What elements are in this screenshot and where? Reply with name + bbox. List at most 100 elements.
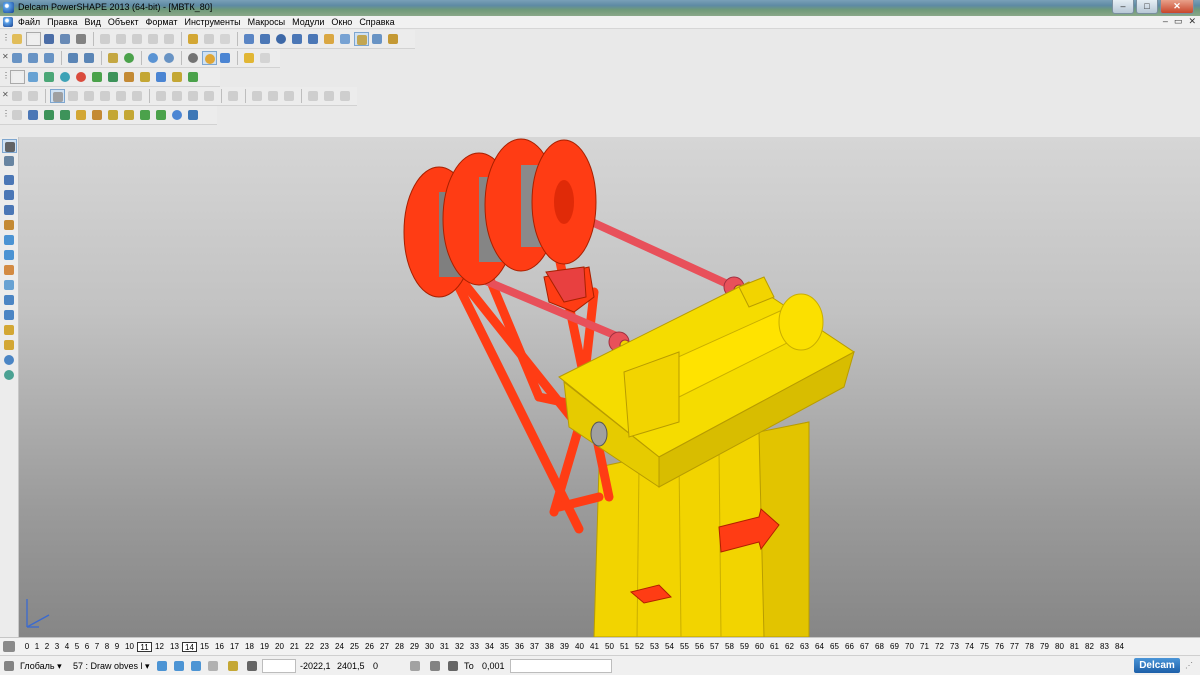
layer-number[interactable]: 38 (542, 642, 557, 652)
view-front-icon[interactable] (26, 51, 41, 65)
layer-number[interactable]: 19 (257, 642, 272, 652)
toolbar-grip[interactable]: ✕ (2, 52, 9, 65)
solid-2-icon[interactable] (2, 233, 17, 247)
hand-icon[interactable] (242, 51, 257, 65)
menu-modules[interactable]: Модули (292, 17, 324, 27)
layer-number[interactable]: 73 (947, 642, 962, 652)
layer-number[interactable]: 58 (722, 642, 737, 652)
layer-number[interactable]: 8 (102, 642, 112, 652)
solid-a-icon[interactable] (106, 70, 121, 84)
layer-number[interactable]: 36 (512, 642, 527, 652)
layer-number[interactable]: 74 (962, 642, 977, 652)
layer-number[interactable]: 75 (977, 642, 992, 652)
layer-number[interactable]: 82 (1082, 642, 1097, 652)
new-icon[interactable] (26, 32, 41, 46)
menu-object[interactable]: Объект (108, 17, 139, 27)
sphere-icon[interactable] (58, 70, 73, 84)
layer-number[interactable]: 79 (1037, 642, 1052, 652)
brush-icon[interactable] (322, 32, 337, 46)
layer-number[interactable]: 13 (167, 642, 182, 652)
grid-icon[interactable] (245, 659, 260, 673)
t-h-icon[interactable] (122, 108, 137, 122)
zoom-in-icon[interactable] (122, 51, 137, 65)
layer-number[interactable]: 31 (437, 642, 452, 652)
minimize-button[interactable]: – (1112, 0, 1134, 14)
solid-11-icon[interactable] (2, 368, 17, 382)
solid-1-icon[interactable] (2, 218, 17, 232)
copy-icon[interactable] (114, 32, 129, 46)
solid-b-icon[interactable] (122, 70, 137, 84)
t-a-icon[interactable] (10, 108, 25, 122)
layer-number[interactable]: 50 (602, 642, 617, 652)
workplane-select[interactable]: Глобаль ▾ (20, 659, 62, 673)
page-icon[interactable] (10, 70, 25, 84)
surface-2-icon[interactable] (2, 188, 17, 202)
status-tool-5-icon[interactable] (226, 659, 241, 673)
layer-number[interactable]: 12 (152, 642, 167, 652)
layer-number[interactable]: 55 (677, 642, 692, 652)
layer-number[interactable]: 72 (932, 642, 947, 652)
zoom-window-icon[interactable] (82, 51, 97, 65)
layer-number[interactable]: 41 (587, 642, 602, 652)
pan-icon[interactable] (106, 51, 121, 65)
layer-number[interactable]: 59 (737, 642, 752, 652)
layer-number[interactable]: 56 (692, 642, 707, 652)
layer-number[interactable]: 15 (197, 642, 212, 652)
t-d-icon[interactable] (58, 108, 73, 122)
sel-q-icon[interactable] (306, 89, 321, 103)
layer-number[interactable]: 11 (137, 642, 152, 652)
layer-number[interactable]: 62 (782, 642, 797, 652)
layer-number[interactable]: 14 (182, 642, 197, 652)
toolbar-grip[interactable]: ⋮ (2, 109, 10, 122)
open-icon[interactable] (10, 32, 25, 46)
view-3d-icon[interactable] (66, 51, 81, 65)
app-icon[interactable] (3, 2, 14, 13)
layer-number[interactable]: 1 (32, 642, 42, 652)
toolbar-grip[interactable]: ⋮ (2, 71, 10, 84)
layer-number[interactable]: 68 (872, 642, 887, 652)
sel-r-icon[interactable] (322, 89, 337, 103)
menu-macros[interactable]: Макросы (248, 17, 286, 27)
layer-number[interactable]: 9 (112, 642, 122, 652)
sel-c-icon[interactable] (50, 89, 65, 103)
shade-icon[interactable] (186, 51, 201, 65)
sel-d-icon[interactable] (66, 89, 81, 103)
t-i-icon[interactable] (138, 108, 153, 122)
layer-number[interactable]: 22 (302, 642, 317, 652)
solid-5-icon[interactable] (2, 278, 17, 292)
menu-format[interactable]: Формат (146, 17, 178, 27)
select-all-icon[interactable] (162, 32, 177, 46)
layer-number[interactable]: 34 (482, 642, 497, 652)
layer-number[interactable]: 64 (812, 642, 827, 652)
layer-number[interactable]: 26 (362, 642, 377, 652)
layer-number[interactable]: 61 (767, 642, 782, 652)
lights-icon[interactable] (218, 51, 233, 65)
layer-number[interactable]: 63 (797, 642, 812, 652)
solid-8-icon[interactable] (2, 323, 17, 337)
tools-icon[interactable] (386, 32, 401, 46)
layer-number[interactable]: 27 (377, 642, 392, 652)
layer-number[interactable]: 18 (242, 642, 257, 652)
workplane-icon[interactable] (2, 659, 17, 673)
curve-icon[interactable] (290, 32, 305, 46)
status-tool-6-icon[interactable] (408, 659, 423, 673)
menu-window[interactable]: Окно (331, 17, 352, 27)
zoom-out-icon[interactable] (146, 51, 161, 65)
sel-s-icon[interactable] (338, 89, 353, 103)
circle-icon[interactable] (274, 32, 289, 46)
status-tool-1-icon[interactable] (155, 659, 170, 673)
layer-number[interactable]: 80 (1052, 642, 1067, 652)
save-as-icon[interactable] (58, 32, 73, 46)
layer-number[interactable]: 71 (917, 642, 932, 652)
layers-icon[interactable] (2, 154, 17, 168)
t-f-icon[interactable] (90, 108, 105, 122)
t-k-icon[interactable] (170, 108, 185, 122)
sel-i-icon[interactable] (154, 89, 169, 103)
maximize-button[interactable]: □ (1136, 0, 1158, 14)
layer-number[interactable]: 35 (497, 642, 512, 652)
arc-icon[interactable] (258, 32, 273, 46)
layer-number[interactable]: 70 (902, 642, 917, 652)
layer-number[interactable]: 84 (1112, 642, 1127, 652)
layer-number[interactable]: 67 (857, 642, 872, 652)
print-icon[interactable] (74, 32, 89, 46)
